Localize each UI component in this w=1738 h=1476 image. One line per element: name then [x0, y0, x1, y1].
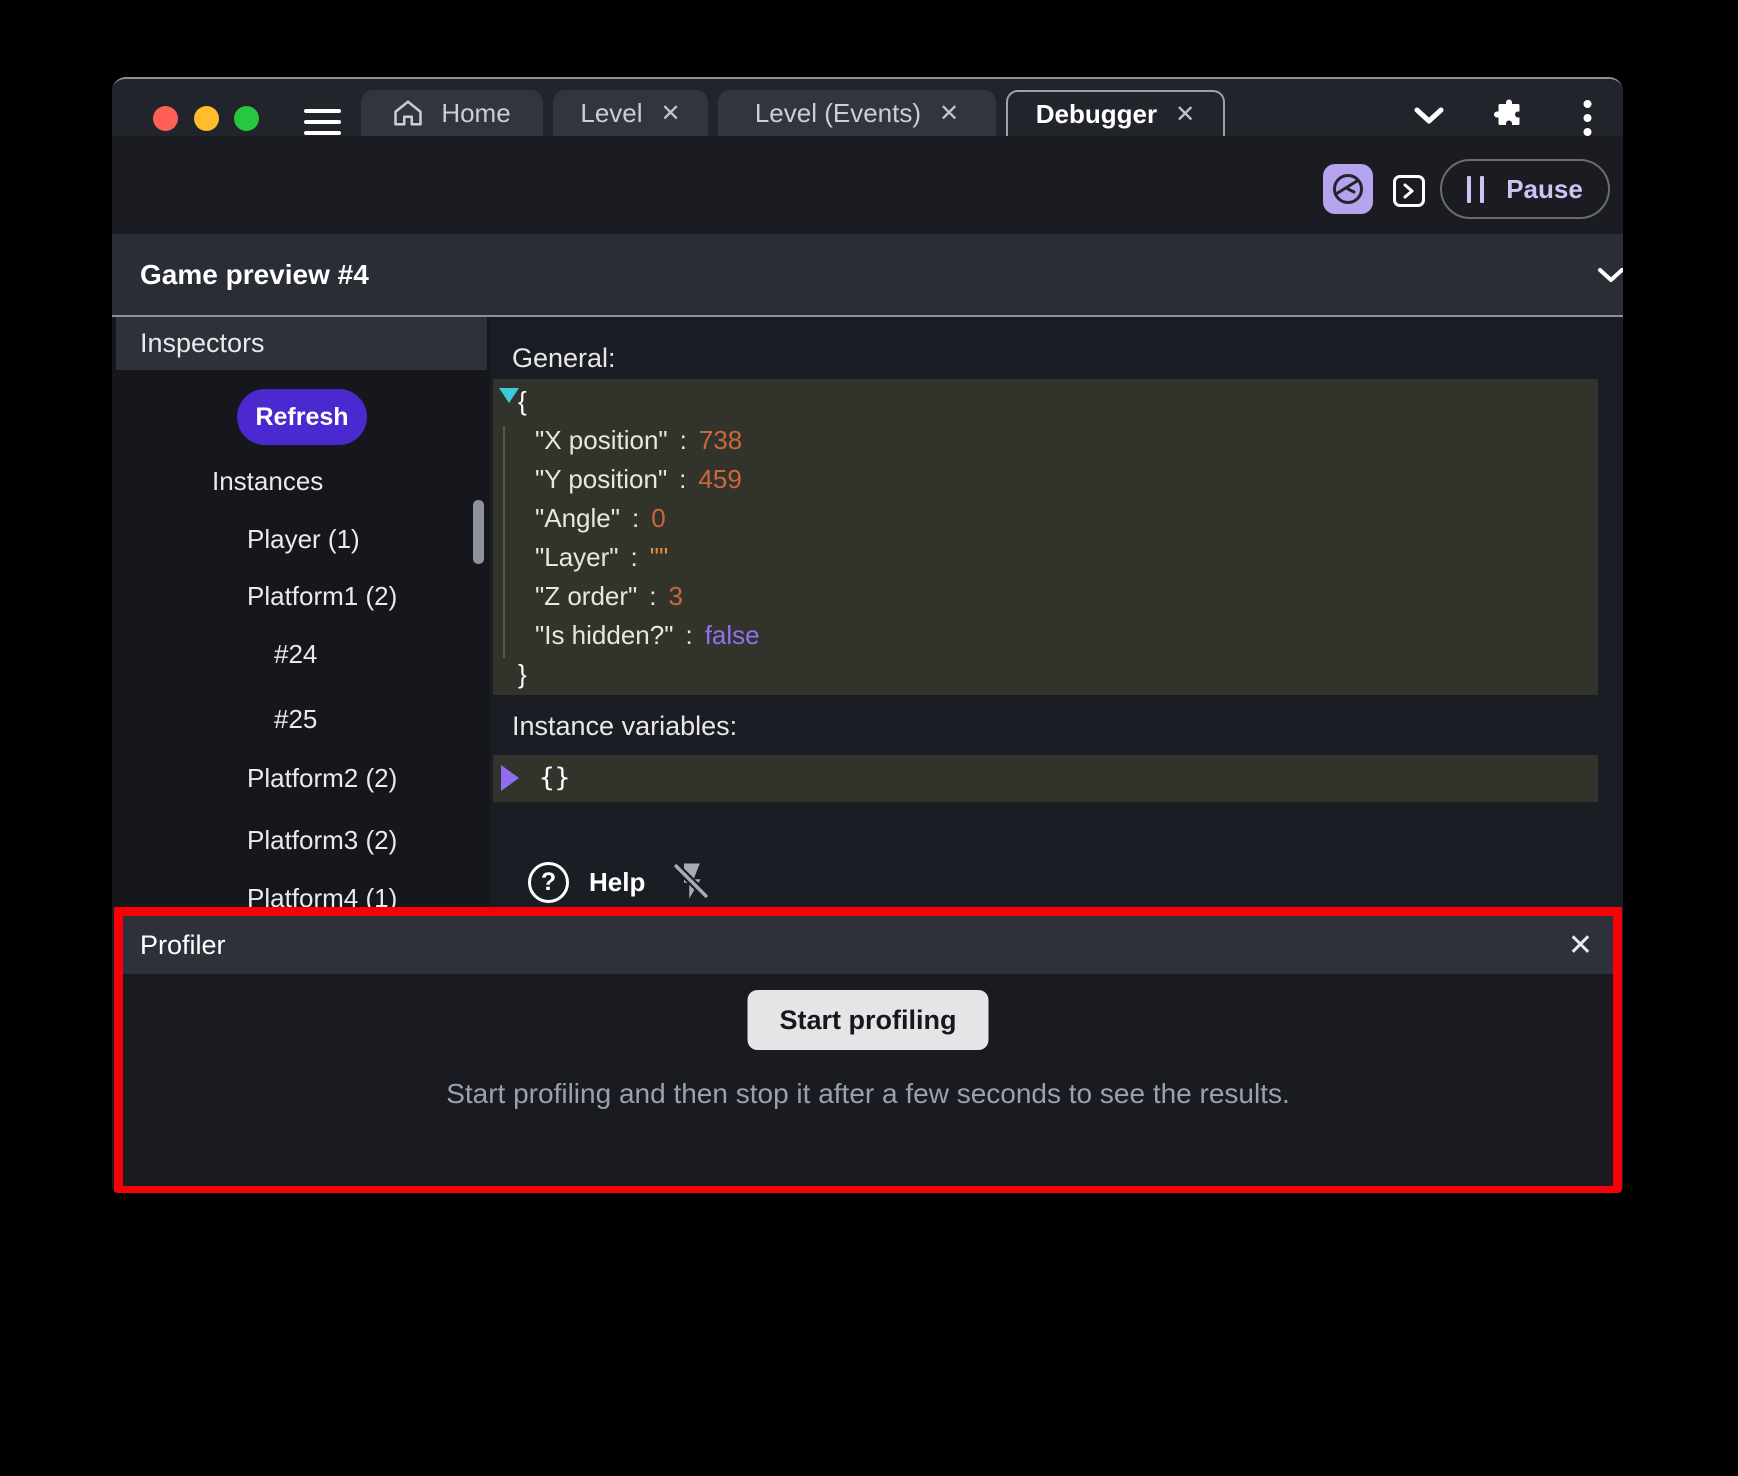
inspectors-header: Inspectors [116, 317, 487, 370]
game-preview-bar[interactable]: Game preview #4 [112, 234, 1623, 315]
indent-guide [503, 426, 505, 658]
traffic-light-close-button[interactable] [153, 106, 178, 131]
inspector-detail-panel: General: { "X position":738 "Y position"… [490, 317, 1623, 907]
instance-variables-value: {} [539, 755, 570, 802]
tab-label: Debugger [1036, 99, 1157, 130]
tab-home[interactable]: Home [361, 90, 543, 136]
tree-item-instances[interactable]: Instances [212, 461, 323, 501]
close-tab-icon[interactable]: ✕ [661, 99, 681, 128]
json-row-layer: "Layer":"" [493, 538, 1598, 577]
preview-chevron-down-icon[interactable] [1597, 267, 1623, 284]
debugger-content: Inspectors Refresh Instances Player (1) … [112, 317, 1623, 907]
json-open-brace: { [493, 382, 1598, 421]
json-row-angle: "Angle":0 [493, 499, 1598, 538]
tab-level-events[interactable]: Level (Events) ✕ [718, 90, 996, 136]
debugger-window: Home Level ✕ Level (Events) ✕ Debugger ✕ [112, 77, 1623, 1193]
tab-label: Level [580, 98, 642, 129]
chevron-down-icon[interactable] [1413, 106, 1445, 126]
pause-button[interactable]: Pause [1440, 159, 1610, 219]
profiler-title: Profiler [123, 930, 226, 961]
profiler-gauge-icon[interactable] [1323, 164, 1373, 214]
json-row-y-position: "Y position":459 [493, 460, 1598, 499]
general-label: General: [512, 343, 616, 374]
instance-variables-label: Instance variables: [512, 711, 737, 742]
sidebar-scrollbar[interactable] [473, 500, 484, 564]
question-circle-icon: ? [528, 862, 569, 903]
json-close-brace: } [493, 655, 1598, 694]
profiler-body: Start profiling Start profiling and then… [123, 974, 1613, 1186]
tab-label: Home [441, 98, 510, 129]
tab-level[interactable]: Level ✕ [553, 90, 708, 136]
profiler-panel: Profiler ✕ Start profiling Start profili… [114, 907, 1622, 1193]
traffic-light-zoom-button[interactable] [234, 106, 259, 131]
pause-icon [1467, 176, 1484, 203]
traffic-light-minimize-button[interactable] [194, 106, 219, 131]
kebab-menu-icon[interactable] [1583, 99, 1592, 137]
general-json-view: { "X position":738 "Y position":459 "Ang… [493, 379, 1598, 695]
close-tab-icon[interactable]: ✕ [939, 99, 959, 128]
home-icon [393, 99, 423, 127]
json-row-x-position: "X position":738 [493, 421, 1598, 460]
extensions-puzzle-icon[interactable] [1491, 98, 1527, 134]
instance-variables-view: {} [493, 755, 1598, 802]
inspectors-sidebar: Inspectors Refresh Instances Player (1) … [112, 317, 490, 907]
flash-off-icon[interactable] [670, 860, 712, 902]
json-row-is-hidden: "Is hidden?":false [493, 616, 1598, 655]
tree-item-25[interactable]: #25 [274, 699, 317, 739]
tree-item-24[interactable]: #24 [274, 634, 317, 674]
close-tab-icon[interactable]: ✕ [1175, 100, 1195, 129]
tree-item-player[interactable]: Player (1) [247, 519, 360, 559]
expand-triangle-icon[interactable] [499, 388, 519, 403]
json-row-z-order: "Z order":3 [493, 577, 1598, 616]
help-label: Help [589, 867, 645, 898]
tab-label: Level (Events) [755, 98, 921, 129]
console-icon[interactable] [1393, 175, 1425, 207]
title-bar: Home Level ✕ Level (Events) ✕ Debugger ✕ [112, 79, 1623, 136]
main-menu-icon[interactable] [304, 109, 341, 135]
tree-item-platform2[interactable]: Platform2 (2) [247, 758, 397, 798]
collapsed-triangle-icon[interactable] [501, 765, 519, 791]
game-preview-title: Game preview #4 [140, 234, 369, 315]
debugger-toolbar: Pause [112, 136, 1623, 234]
tree-item-platform3[interactable]: Platform3 (2) [247, 820, 397, 860]
tab-debugger[interactable]: Debugger ✕ [1006, 90, 1225, 136]
profiler-close-icon[interactable]: ✕ [1568, 916, 1593, 974]
profiler-header: Profiler ✕ [123, 916, 1613, 974]
tree-item-platform1[interactable]: Platform1 (2) [247, 576, 397, 616]
profiler-message: Start profiling and then stop it after a… [123, 1078, 1613, 1110]
refresh-button[interactable]: Refresh [237, 389, 367, 445]
pause-label: Pause [1506, 174, 1583, 205]
start-profiling-button[interactable]: Start profiling [748, 990, 989, 1050]
help-button[interactable]: ? Help [528, 862, 645, 903]
